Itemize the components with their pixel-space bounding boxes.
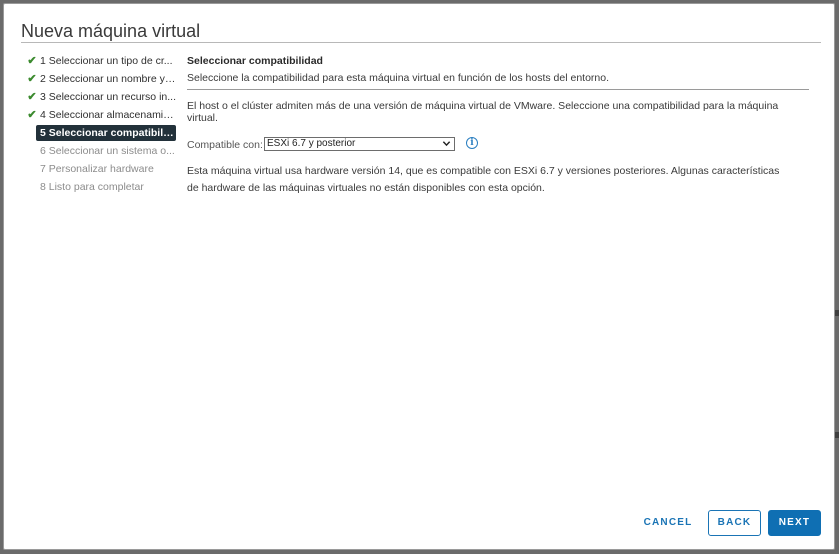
step-7: 7 Personalizar hardware [24,160,176,178]
step-3[interactable]: ✔ 3 Seleccionar un recurso in... [24,88,176,106]
compatibility-value: ESXi 6.7 y posterior [267,138,356,149]
step-content: Seleccionar compatibilidad Seleccione la… [187,55,809,197]
dialog-title: Nueva máquina virtual [21,21,201,41]
step-label: 1 Seleccionar un tipo de cr... [40,55,173,67]
check-icon: ✔ [27,55,37,67]
step-label: 6 Seleccionar un sistema o... [40,145,175,157]
back-button[interactable]: BACK [708,510,761,536]
title-divider [21,42,821,43]
step-1[interactable]: ✔ 1 Seleccionar un tipo de cr... [24,52,176,70]
check-icon: ✔ [27,109,37,121]
section-title: Seleccionar compatibilidad [187,55,323,67]
step-8: 8 Listo para completar [24,178,176,196]
step-label: 7 Personalizar hardware [40,163,154,175]
check-icon: ✔ [27,73,37,85]
new-vm-dialog: Nueva máquina virtual ✔ 1 Seleccionar un… [3,3,835,550]
step-6: 6 Seleccionar un sistema o... [24,142,176,160]
background-scroll-marker [835,310,839,316]
section-divider [187,89,809,90]
description-text: El host o el clúster admiten más de una … [187,100,779,124]
background-scroll-marker [835,432,839,438]
compatibility-note: Esta máquina virtual usa hardware versió… [187,165,780,194]
info-icon[interactable]: i [466,137,478,149]
step-label: 8 Listo para completar [40,181,144,193]
step-4[interactable]: ✔ 4 Seleccionar almacenamie... [24,106,176,124]
step-2[interactable]: ✔ 2 Seleccionar un nombre y ... [24,70,176,88]
step-5-active[interactable]: 5 Seleccionar compatibilid... [24,124,176,142]
compatibility-row: Compatible con: ESXi 6.7 y posterior i [187,135,809,157]
cancel-button[interactable]: CANCEL [640,510,696,536]
section-subtitle: Seleccione la compatibilidad para esta m… [187,72,610,84]
step-label: 4 Seleccionar almacenamie... [40,109,176,121]
chevron-down-icon [442,141,451,147]
compatibility-label: Compatible con: [187,139,263,151]
step-label: 2 Seleccionar un nombre y ... [40,73,176,85]
next-button[interactable]: NEXT [768,510,821,536]
step-label: 5 Seleccionar compatibilid... [36,125,176,141]
wizard-steps: ✔ 1 Seleccionar un tipo de cr... ✔ 2 Sel… [24,52,176,196]
check-icon: ✔ [27,91,37,103]
step-label: 3 Seleccionar un recurso in... [40,91,176,103]
compatibility-select[interactable]: ESXi 6.7 y posterior [264,137,455,151]
